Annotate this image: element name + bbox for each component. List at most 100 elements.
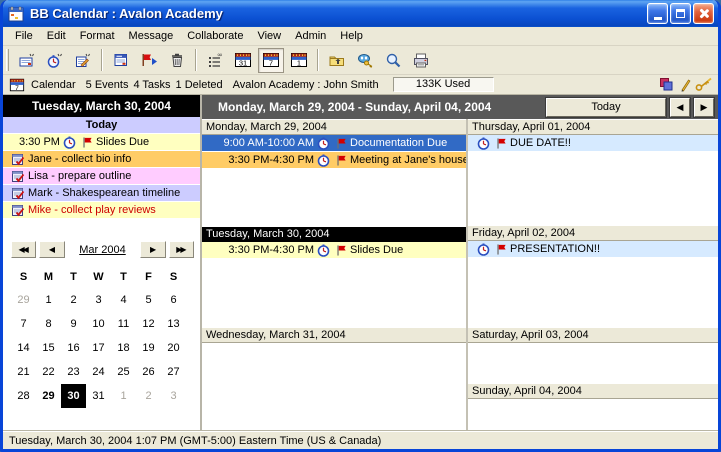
next-year-button[interactable]: ▶▶	[169, 241, 194, 258]
today-task-jane[interactable]: Jane - collect bio info	[3, 151, 200, 168]
day-section-friday: Friday, April 02, 2004 PRESENTATION!!	[468, 225, 718, 327]
edit-pencil-icon[interactable]	[678, 77, 691, 92]
mini-calendar-day[interactable]: 27	[161, 360, 186, 384]
day-body-wednesday[interactable]	[202, 343, 466, 431]
mini-calendar-day[interactable]: 20	[161, 336, 186, 360]
week-view-button[interactable]: 7	[258, 48, 284, 73]
print-button[interactable]	[408, 48, 434, 73]
menu-file[interactable]: File	[8, 28, 40, 44]
mini-calendar-day[interactable]: 3	[86, 288, 111, 312]
day-body-saturday[interactable]	[468, 343, 718, 383]
event-title: DUE DATE!!	[510, 137, 571, 149]
mini-calendar-day[interactable]: 14	[11, 336, 36, 360]
delete-button[interactable]	[164, 48, 190, 73]
mini-calendar-day[interactable]: 12	[136, 312, 161, 336]
left-arrow-icon: ◀	[677, 102, 684, 113]
today-task-mike[interactable]: Mike - collect play reviews	[3, 202, 200, 219]
mini-calendar-day[interactable]: 9	[61, 312, 86, 336]
mini-calendar-day[interactable]: 13	[161, 312, 186, 336]
menu-view[interactable]: View	[250, 28, 288, 44]
minimize-icon	[654, 17, 662, 20]
mini-calendar-day[interactable]: 17	[86, 336, 111, 360]
day-body-friday[interactable]: PRESENTATION!!	[468, 241, 718, 327]
menu-message[interactable]: Message	[122, 28, 181, 44]
folder-up-button[interactable]	[324, 48, 350, 73]
mini-calendar-day[interactable]: 4	[111, 288, 136, 312]
mini-calendar-day[interactable]: 11	[111, 312, 136, 336]
mini-calendar-day[interactable]: 22	[36, 360, 61, 384]
mini-calendar-day[interactable]: 28	[11, 384, 36, 408]
next-month-button[interactable]: ▶	[140, 241, 165, 258]
mini-calendar-day[interactable]: 21	[11, 360, 36, 384]
task-title: Mark - Shakespearean timeline	[28, 187, 180, 199]
day-body-sunday[interactable]	[468, 399, 718, 431]
month-view-button[interactable]: 31	[230, 48, 256, 73]
mini-calendar-day[interactable]: 23	[61, 360, 86, 384]
prev-year-button[interactable]: ◀◀	[11, 241, 36, 258]
directory-button[interactable]	[352, 48, 378, 73]
mini-calendar-day[interactable]: 6	[161, 288, 186, 312]
today-item-slides-due[interactable]: 3:30 PM Slides Due	[3, 134, 200, 151]
mini-calendar-day[interactable]: 31	[86, 384, 111, 408]
day-view-button[interactable]: 1	[286, 48, 312, 73]
new-task-button[interactable]	[70, 48, 96, 73]
mini-calendar-day[interactable]: 8	[36, 312, 61, 336]
mini-calendar-day[interactable]: 15	[36, 336, 61, 360]
menu-help[interactable]: Help	[333, 28, 370, 44]
mini-calendar-month-label[interactable]: Mar 2004	[68, 244, 138, 256]
edit-items-button[interactable]	[108, 48, 134, 73]
today-task-lisa[interactable]: Lisa - prepare outline	[3, 168, 200, 185]
mini-calendar-day[interactable]: 26	[136, 360, 161, 384]
mini-calendar-day[interactable]: 25	[111, 360, 136, 384]
mini-calendar-day[interactable]: 24	[86, 360, 111, 384]
permissions-key-icon[interactable]	[695, 77, 713, 92]
menu-format[interactable]: Format	[73, 28, 122, 44]
menu-collaborate[interactable]: Collaborate	[180, 28, 250, 44]
previous-week-button[interactable]: ◀	[670, 98, 690, 117]
prev-month-button[interactable]: ◀	[39, 241, 64, 258]
mini-calendar-day[interactable]: 3	[161, 384, 186, 408]
event-slides-due[interactable]: 3:30 PM-4:30 PM Slides Due	[202, 242, 466, 259]
menu-admin[interactable]: Admin	[288, 28, 333, 44]
mini-calendar-day[interactable]: 30	[61, 384, 86, 408]
event-documentation-due[interactable]: 9:00 AM-10:00 AM Documentation Due	[202, 135, 466, 152]
mini-calendar-day[interactable]: 1	[111, 384, 136, 408]
copy-pages-icon[interactable]	[659, 77, 674, 92]
mini-calendar-day[interactable]: 18	[111, 336, 136, 360]
agenda-view-button[interactable]: ∞	[202, 48, 228, 73]
event-presentation[interactable]: PRESENTATION!!	[468, 241, 718, 258]
search-button[interactable]	[380, 48, 406, 73]
event-meeting-janes-house[interactable]: 3:30 PM-4:30 PM Meeting at Jane's house	[202, 152, 466, 169]
event-due-date[interactable]: DUE DATE!!	[468, 135, 718, 152]
menu-edit[interactable]: Edit	[40, 28, 73, 44]
day-body-tuesday[interactable]: 3:30 PM-4:30 PM Slides Due	[202, 242, 466, 327]
close-button[interactable]	[693, 3, 714, 24]
mini-calendar-day[interactable]: 29	[36, 384, 61, 408]
toolbar-gripper[interactable]	[6, 49, 9, 71]
next-week-button[interactable]: ▶	[694, 98, 714, 117]
mini-calendar-day[interactable]: 16	[61, 336, 86, 360]
mini-calendar-day[interactable]: 2	[61, 288, 86, 312]
mini-calendar-day[interactable]: 10	[86, 312, 111, 336]
mini-calendar-day[interactable]: 7	[11, 312, 36, 336]
svg-text:7: 7	[15, 84, 19, 91]
mini-calendar-day[interactable]: 2	[136, 384, 161, 408]
mini-calendar-weekday: S	[161, 266, 186, 288]
today-section-label: Today	[3, 117, 200, 134]
mini-calendar-day[interactable]: 29	[11, 288, 36, 312]
mini-calendar-day[interactable]: 5	[136, 288, 161, 312]
new-reminder-button[interactable]	[42, 48, 68, 73]
mini-calendar-day[interactable]: 1	[36, 288, 61, 312]
today-task-mark[interactable]: Mark - Shakespearean timeline	[3, 185, 200, 202]
maximize-button[interactable]	[670, 3, 691, 24]
new-event-button[interactable]	[14, 48, 40, 73]
flag-item-button[interactable]	[136, 48, 162, 73]
day-body-thursday[interactable]: DUE DATE!!	[468, 135, 718, 225]
minimize-button[interactable]	[647, 3, 668, 24]
mini-calendar: ◀◀ ◀ Mar 2004 ▶ ▶▶ SMTWTFS 2912345678910…	[3, 241, 200, 408]
task-title: Lisa - prepare outline	[28, 170, 131, 182]
mini-calendar-day[interactable]: 19	[136, 336, 161, 360]
day-body-monday[interactable]: 9:00 AM-10:00 AM Documentation Due 3:30 …	[202, 135, 466, 226]
toolbar-separator	[317, 49, 319, 71]
today-button[interactable]: Today	[546, 98, 666, 117]
